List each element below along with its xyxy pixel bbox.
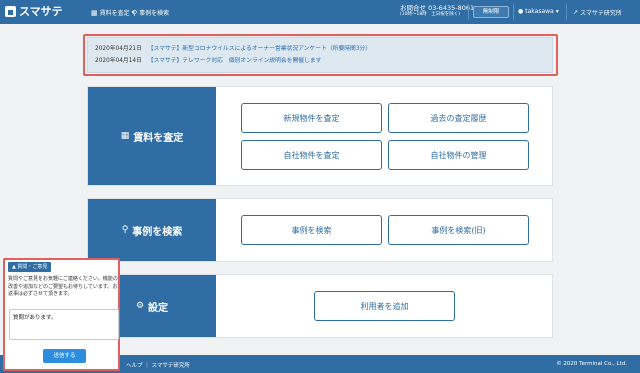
- nav-appraise-menu[interactable]: ▦ 賃料を査定 ▾: [91, 8, 135, 18]
- divider: [566, 4, 567, 20]
- gear-icon: ⚙: [135, 301, 145, 311]
- divider: [513, 4, 514, 20]
- brand-logo[interactable]: スマサテ: [5, 3, 63, 19]
- appraise-panel-title: 賃料を査定: [133, 132, 184, 144]
- search-cases-button[interactable]: 事例を検索: [241, 215, 382, 245]
- feedback-message: 質問やご意見をお気軽にご連絡ください。機能の改善や追加などのご要望もお待ちしてい…: [8, 276, 118, 297]
- appraise-panel-header: ▦ 賃料を査定: [88, 87, 216, 185]
- own-property-appraisal-button[interactable]: 自社物件を査定: [241, 140, 382, 170]
- settings-panel-title: 設定: [148, 302, 169, 314]
- user-name: takasawa: [525, 8, 554, 15]
- new-appraisal-button[interactable]: 新規物件を査定: [241, 103, 382, 133]
- calculator-icon: ▦: [91, 8, 98, 17]
- feedback-widget: ▲ 質問・ご意見 質問やご意見をお気軽にご連絡ください。機能の改善や追加などのご…: [3, 258, 120, 371]
- appraise-panel: ▦ 賃料を査定 新規物件を査定 過去の査定履歴 自社物件を査定 自社物件の管理: [87, 86, 553, 186]
- footer-links[interactable]: ヘルプ ｜ スマサテ研究所: [126, 361, 190, 369]
- divider: [468, 4, 469, 20]
- user-menu[interactable]: ● takasawa ▾: [518, 8, 559, 15]
- contact-phone: お問合せ 03-6435-8061: [400, 4, 475, 12]
- search-icon: ⚲: [121, 225, 129, 235]
- plan-badge: 無制限: [473, 6, 509, 18]
- appraisal-history-button[interactable]: 過去の査定履歴: [388, 103, 529, 133]
- contact-info: お問合せ 03-6435-8061 (10時〜18時 土日祝を除く): [400, 4, 474, 18]
- search-panel: ⚲ 事例を検索 事例を検索 事例を検索(旧): [87, 198, 553, 262]
- search-icon: ⚲: [132, 8, 138, 17]
- feedback-textarea[interactable]: 質問があります。: [9, 309, 119, 340]
- user-icon: ●: [518, 8, 524, 15]
- search-panel-header: ⚲ 事例を検索: [88, 199, 216, 261]
- copyright: © 2020 Terminal Co., Ltd.: [556, 361, 627, 367]
- add-user-button[interactable]: 利用者を追加: [314, 291, 455, 321]
- top-navbar: スマサテ ▦ 賃料を査定 ▾ ⚲ 事例を検索 お問合せ 03-6435-8061…: [0, 0, 640, 24]
- nav-search-link[interactable]: ⚲ 事例を検索: [132, 8, 170, 18]
- calculator-icon: ▦: [120, 131, 130, 141]
- search-cases-old-button[interactable]: 事例を検索(旧): [388, 215, 529, 245]
- house-icon: [5, 5, 16, 17]
- send-button[interactable]: 送信する: [43, 349, 86, 363]
- brand-name: スマサテ: [19, 5, 63, 18]
- nav-appraise-label: 賃料を査定: [99, 10, 130, 17]
- company-link[interactable]: ↗ スマサテ研究所: [573, 8, 622, 17]
- external-link-icon: ↗: [573, 9, 579, 16]
- own-property-management-button[interactable]: 自社物件の管理: [388, 140, 529, 170]
- nav-search-label: 事例を検索: [139, 10, 170, 17]
- contact-hours: (10時〜18時 土日祝を除く): [400, 12, 460, 18]
- chevron-down-icon: ▾: [555, 8, 559, 15]
- company-name: スマサテ研究所: [580, 10, 622, 17]
- settings-panel: ⚙ 設定 利用者を追加: [87, 274, 553, 338]
- feedback-tab[interactable]: ▲ 質問・ご意見: [8, 262, 52, 272]
- search-panel-title: 事例を検索: [132, 226, 183, 238]
- highlight-frame: [83, 34, 558, 76]
